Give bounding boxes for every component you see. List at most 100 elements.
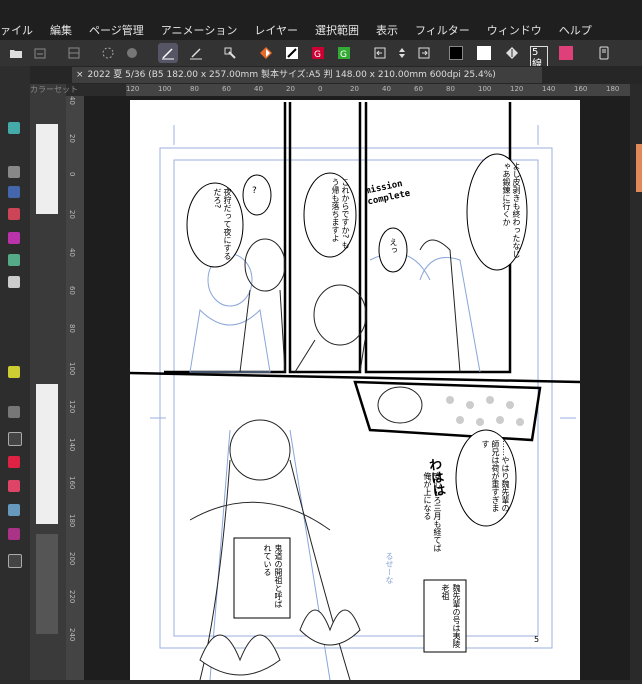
ruler-top-tick: 60	[414, 85, 423, 93]
previous-page-icon[interactable]	[370, 43, 390, 63]
ruler-top-tick: 120	[126, 85, 140, 93]
menu-bar: ァイル 編集 ページ管理 アニメーション レイヤー 選択範囲 表示 フィルター ウィンドウ ヘルプ	[0, 0, 642, 40]
page-order-icon[interactable]	[392, 43, 412, 63]
menu-item-4[interactable]: レイヤー	[254, 22, 298, 38]
menu-item-2[interactable]: ページ管理	[89, 22, 144, 38]
gradient-layer-icon[interactable]: G	[334, 43, 354, 63]
ruler-left-tick: 60	[68, 286, 76, 295]
brush-tool-icon[interactable]	[186, 43, 206, 63]
ruler-top-tick: 120	[510, 85, 524, 93]
menu-item-0[interactable]: ァイル	[0, 22, 33, 38]
command-bar: G G 5線	[0, 40, 642, 72]
device-icon[interactable]	[594, 43, 614, 63]
save-icon[interactable]	[30, 43, 50, 63]
ruler-top-tick: 80	[446, 85, 455, 93]
ruler-top-tick: 0	[318, 85, 323, 93]
tool-icon-3[interactable]	[8, 186, 20, 198]
tool-icon-7[interactable]	[8, 276, 20, 288]
menu-item-8[interactable]: ウィンドウ	[487, 22, 542, 38]
tool-icon-1[interactable]	[8, 122, 20, 134]
tool-icon-13[interactable]	[8, 504, 20, 516]
document-title: 2022 夏 5/36 (B5 182.00 x 257.00mm 製本サイズ:…	[87, 70, 496, 80]
tool-icon-15[interactable]	[8, 554, 22, 568]
tool-palette	[0, 66, 30, 680]
ruler-top-tick: 20	[350, 85, 359, 93]
ruler-top-tick: 100	[478, 85, 492, 93]
ruler-top-tick: 40	[254, 85, 263, 93]
page-number: 5	[534, 635, 539, 644]
left-ruler: 40 20 0 20 40 60 80 100 120 140 160 180 200 220 240	[66, 96, 84, 680]
small-sfx-text: るせーな	[385, 552, 394, 584]
line-width-button[interactable]: 5線	[528, 43, 548, 72]
ruler-top-tick: 180	[606, 85, 620, 93]
bubble-right-text: よし皮剥きも終わったなじゃあ鍛錬に行くか	[502, 162, 521, 258]
color-set-label: カラーセット	[30, 85, 78, 94]
svg-text:G: G	[314, 50, 321, 60]
tool-icon-6[interactable]	[8, 254, 20, 266]
ruler-left-tick: 40	[68, 248, 76, 257]
ruler-top-tick: 80	[190, 85, 199, 93]
bubble-mid-text: これからですか? もう帰も落ちますよ	[331, 178, 350, 249]
document-tab-bar: × 2022 夏 5/36 (B5 182.00 x 257.00mm 製本サイズ…	[0, 66, 642, 84]
ruler-left-tick: 120	[68, 400, 76, 414]
page-thumbnail-1[interactable]	[36, 124, 58, 214]
caption-right-text: 魏先輩の号は夷陵老祖	[441, 584, 461, 648]
ruler-top-tick: 60	[222, 85, 231, 93]
bubble-left-text: 夜狩だって夜にするだろ?	[213, 188, 232, 260]
ruler-top-tick: 20	[286, 85, 295, 93]
tool-icon-14[interactable]	[8, 528, 20, 540]
bubble-question-text: ?	[252, 186, 257, 196]
close-tab-icon[interactable]: ×	[76, 70, 84, 80]
bubble-small-text: えっ	[389, 238, 398, 254]
manga-page[interactable]: 5 夜狩だって夜にするだろ? ? これからですか? もう帰も落ちますよ miss…	[129, 100, 581, 681]
handwritten-text: 安心しろ三月も経てば俺が上になる	[423, 472, 442, 552]
tool-icon-8[interactable]	[8, 366, 20, 378]
menu-item-6[interactable]: 表示	[376, 22, 398, 38]
pen-tool-icon[interactable]	[158, 43, 178, 63]
fill-icon[interactable]	[122, 43, 142, 63]
document-tab[interactable]: × 2022 夏 5/36 (B5 182.00 x 257.00mm 製本サイズ…	[72, 67, 542, 83]
loading-icon[interactable]	[98, 43, 118, 63]
svg-text:G: G	[340, 50, 347, 60]
tool-icon-12[interactable]	[8, 480, 20, 492]
color-layer-icon[interactable]: G	[308, 43, 328, 63]
bubble-lower-right-text: ……やはり魏先輩の師兄は荷が重すぎます	[481, 440, 510, 512]
top-ruler: 120 100 80 60 40 20 0 20 40 60 80 100 120 140 160 180	[126, 84, 642, 96]
transparent-color-icon[interactable]	[256, 43, 276, 63]
settings-icon[interactable]	[220, 43, 240, 63]
ruler-left-tick: 80	[68, 324, 76, 333]
ruler-left-tick: 100	[68, 362, 76, 376]
accent-tab[interactable]	[636, 144, 642, 192]
next-page-icon[interactable]	[414, 43, 434, 63]
tool-icon-10[interactable]	[8, 432, 22, 446]
ruler-left-tick: 240	[68, 628, 76, 642]
layer-property-icon[interactable]	[64, 43, 84, 63]
caption-center-text: 鬼道の開祖と呼ばれている	[263, 544, 283, 608]
sub-color-swatch[interactable]	[474, 43, 494, 63]
vector-eraser-icon[interactable]	[282, 43, 302, 63]
tool-icon-11[interactable]	[8, 456, 20, 468]
right-panel-edge	[630, 84, 642, 680]
tool-icon-9[interactable]	[8, 406, 20, 418]
open-file-icon[interactable]	[6, 43, 26, 63]
ruler-left-tick: 160	[68, 476, 76, 490]
main-color-swatch[interactable]	[446, 43, 466, 63]
menu-item-1[interactable]: 編集	[50, 22, 72, 38]
tool-icon-2[interactable]	[8, 166, 20, 178]
pink-color-icon[interactable]	[556, 43, 576, 63]
transparent-swatch-icon[interactable]	[502, 43, 522, 63]
tool-icon-4[interactable]	[8, 208, 20, 220]
ruler-left-tick: 0	[68, 172, 76, 177]
menu-item-9[interactable]: ヘルプ	[559, 22, 592, 38]
tool-icon-5[interactable]	[8, 232, 20, 244]
page-thumbnail-2[interactable]	[36, 384, 58, 524]
menu-item-7[interactable]: フィルター	[415, 22, 470, 38]
ruler-left-tick: 220	[68, 590, 76, 604]
page-thumbnail-3[interactable]	[36, 534, 58, 634]
menu-item-5[interactable]: 選択範囲	[315, 22, 359, 38]
ruler-left-tick: 140	[68, 438, 76, 452]
ruler-left-tick: 20	[68, 210, 76, 219]
menu-item-3[interactable]: アニメーション	[161, 22, 238, 38]
ruler-left-tick: 20	[68, 134, 76, 143]
menu-items: ァイル 編集 ページ管理 アニメーション レイヤー 選択範囲 表示 フィルター ウィンドウ ヘルプ	[0, 22, 609, 38]
